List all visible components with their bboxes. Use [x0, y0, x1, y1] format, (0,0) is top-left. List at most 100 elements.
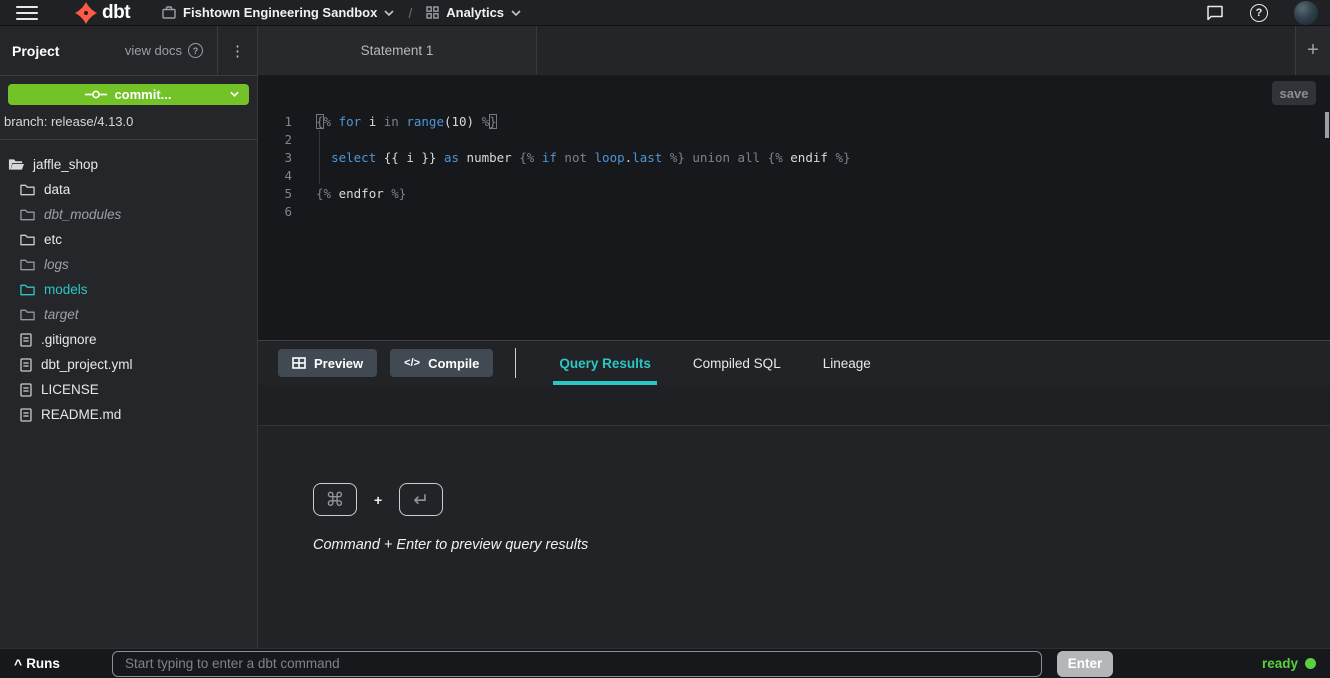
hamburger-menu-icon[interactable] — [16, 6, 38, 20]
sidebar-item--gitignore[interactable]: .gitignore — [0, 327, 257, 352]
project-title: Project — [12, 43, 59, 59]
compile-button[interactable]: </> Compile — [390, 349, 493, 377]
line-number: 1 — [258, 114, 298, 129]
results-tabs: Query Results Compiled SQL Lineage — [538, 341, 891, 385]
help-icon[interactable]: ? — [1250, 4, 1268, 22]
line-number: 3 — [258, 150, 298, 165]
code-editor[interactable]: 1{% for i in range(10) %}23 select {{ i … — [258, 110, 1330, 340]
file-tree-label: data — [44, 182, 70, 197]
briefcase-icon — [162, 6, 176, 19]
branch-label: branch: release/4.13.0 — [0, 105, 257, 140]
file-icon — [20, 383, 32, 397]
tab-query-results[interactable]: Query Results — [559, 341, 651, 385]
tab-statement-1[interactable]: Statement 1 — [258, 26, 537, 75]
runs-toggle[interactable]: ^ Runs — [14, 656, 112, 672]
commit-button[interactable]: commit... — [8, 84, 249, 105]
indent-guide — [319, 130, 320, 184]
file-tree-label: target — [44, 307, 79, 322]
line-number: 5 — [258, 186, 298, 201]
folder-icon — [20, 308, 35, 321]
file-tree-label: jaffle_shop — [33, 157, 98, 172]
table-grid-icon — [292, 357, 306, 369]
code-line[interactable]: 6 — [258, 202, 1330, 220]
sidebar-item-dbt-project-yml[interactable]: dbt_project.yml — [0, 352, 257, 377]
enter-button[interactable]: Enter — [1057, 651, 1113, 677]
code-line[interactable]: 5{% endfor %} — [258, 184, 1330, 202]
folder-icon — [20, 233, 35, 246]
top-navigation-bar: dbt Fishtown Engineering Sandbox / — [0, 0, 1330, 26]
folder-icon — [20, 183, 35, 196]
kebab-menu-icon[interactable]: ⋮ — [217, 26, 257, 75]
dbt-wordmark: dbt — [102, 2, 130, 24]
sidebar-item-data[interactable]: data — [0, 177, 257, 202]
chevron-down-icon — [511, 10, 521, 16]
dbt-command-input[interactable] — [112, 651, 1042, 677]
project-selector[interactable]: Analytics — [426, 5, 521, 20]
code-line[interactable]: 1{% for i in range(10) %} — [258, 112, 1330, 130]
code-text: {% endfor %} — [298, 186, 406, 201]
file-tree-label: models — [44, 282, 88, 297]
code-line[interactable]: 3 select {{ i }} as number {% if not loo… — [258, 148, 1330, 166]
file-icon — [20, 333, 32, 347]
editor-scrollbar[interactable] — [1325, 112, 1329, 138]
command-key-icon: ⌘ — [313, 483, 357, 516]
sidebar-item-logs[interactable]: logs — [0, 252, 257, 277]
breadcrumb-separator: / — [408, 5, 412, 21]
view-docs-link[interactable]: view docs ? — [125, 43, 203, 58]
line-number: 2 — [258, 132, 298, 147]
folder-icon — [20, 283, 35, 296]
sidebar-item-dbt-modules[interactable]: dbt_modules — [0, 202, 257, 227]
command-bar: ^ Runs Enter ready — [0, 648, 1330, 678]
status-label: ready — [1262, 656, 1298, 671]
file-tree-label: README.md — [41, 407, 121, 422]
file-tree-label: LICENSE — [41, 382, 99, 397]
code-text: select {{ i }} as number {% if not loop.… — [298, 150, 851, 165]
chat-icon[interactable] — [1206, 5, 1224, 21]
dbt-cloud-ide: dbt Fishtown Engineering Sandbox / — [0, 0, 1330, 678]
file-tree-label: logs — [44, 257, 69, 272]
user-avatar[interactable] — [1294, 1, 1318, 25]
sidebar-item-jaffle-shop[interactable]: jaffle_shop — [0, 152, 257, 177]
project-header: Project view docs ? ⋮ — [0, 26, 257, 76]
code-line[interactable]: 2 — [258, 130, 1330, 148]
sidebar-item-readme-md[interactable]: README.md — [0, 402, 257, 427]
results-subheader — [258, 385, 1330, 426]
sidebar-item-etc[interactable]: etc — [0, 227, 257, 252]
grid-icon — [426, 6, 439, 19]
save-button[interactable]: save — [1272, 81, 1316, 105]
status-indicator: ready — [1262, 656, 1316, 671]
editor-tab-bar: Statement 1 + — [258, 26, 1330, 76]
code-brackets-icon: </> — [404, 357, 420, 369]
file-tree-label: dbt_modules — [44, 207, 121, 222]
editor-toolbar: save — [258, 76, 1330, 110]
collapse-caret-icon: ^ — [14, 656, 22, 672]
line-number: 6 — [258, 204, 298, 219]
tab-compiled-sql[interactable]: Compiled SQL — [693, 341, 781, 385]
folder-open-icon — [8, 158, 24, 171]
git-commit-icon — [85, 89, 107, 100]
sidebar-item-models[interactable]: models — [0, 277, 257, 302]
folder-icon — [20, 258, 35, 271]
workspace-selector[interactable]: Fishtown Engineering Sandbox — [162, 5, 394, 20]
code-text: {% for i in range(10) %} — [298, 114, 497, 129]
toolbar-divider — [515, 348, 516, 378]
status-dot-icon — [1305, 658, 1316, 669]
new-tab-button[interactable]: + — [1295, 26, 1330, 75]
preview-button[interactable]: Preview — [278, 349, 377, 377]
results-panel-header: Preview </> Compile Query Results Compile… — [258, 341, 1330, 385]
dbt-logo[interactable]: dbt — [74, 1, 130, 25]
sidebar-item-license[interactable]: LICENSE — [0, 377, 257, 402]
chevron-down-icon — [384, 10, 394, 16]
enter-key-icon: ↵ — [399, 483, 443, 516]
code-line[interactable]: 4 — [258, 166, 1330, 184]
file-tree-label: .gitignore — [41, 332, 97, 347]
file-tree-label: dbt_project.yml — [41, 357, 133, 372]
file-icon — [20, 358, 32, 372]
tab-lineage[interactable]: Lineage — [823, 341, 871, 385]
dbt-logo-icon — [74, 1, 98, 25]
line-number: 4 — [258, 168, 298, 183]
file-tree: jaffle_shopdata dbt_modulesetc logs models t… — [0, 140, 257, 427]
chevron-down-icon — [230, 91, 239, 97]
sidebar-item-target[interactable]: target — [0, 302, 257, 327]
results-empty-state: ⌘ + ↵ Command + Enter to preview query r… — [258, 426, 1330, 648]
